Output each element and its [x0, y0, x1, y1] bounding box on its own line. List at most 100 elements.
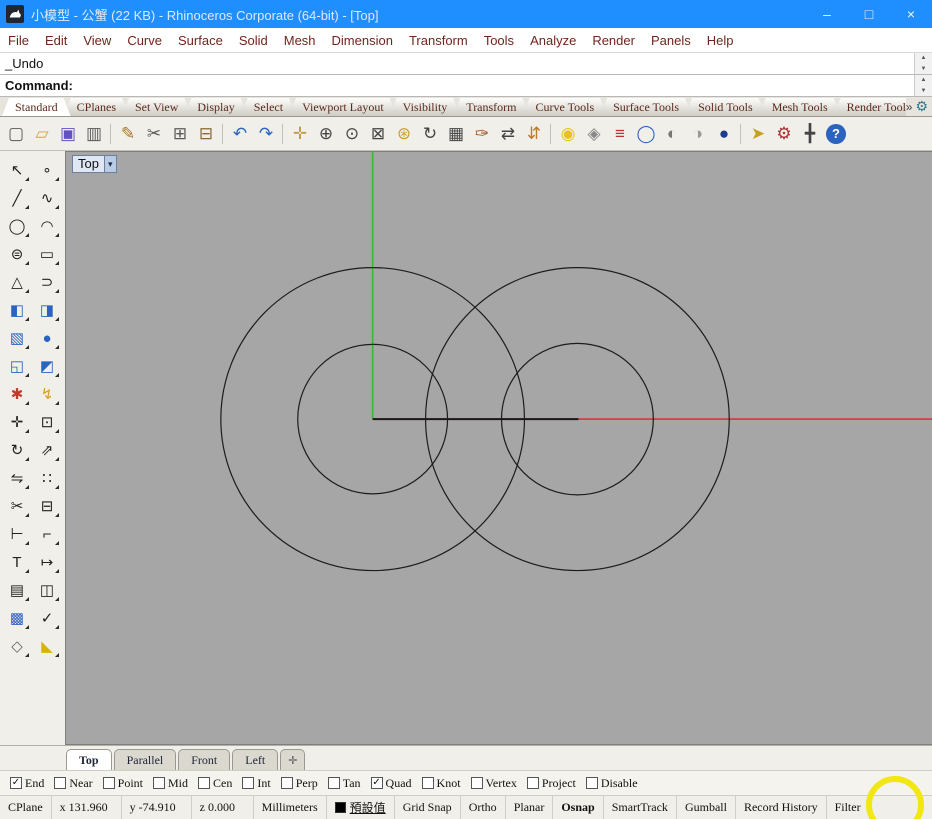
rectangle-icon[interactable]: ▭ [34, 241, 61, 267]
lock-icon[interactable]: ◈ [581, 121, 607, 147]
command-input-scrollbar[interactable]: ▲ ▼ [914, 75, 932, 96]
status-smarttrack[interactable]: SmartTrack [604, 796, 677, 819]
sphere-icon[interactable]: ● [34, 325, 61, 351]
status-record-history[interactable]: Record History [736, 796, 827, 819]
copy-icon[interactable]: ⊞ [167, 121, 193, 147]
dimension-icon[interactable]: ↦ [34, 549, 61, 575]
viewport-tab-add[interactable]: ✛ [280, 749, 306, 770]
osnap-disable[interactable]: Disable [585, 776, 638, 791]
menu-mesh[interactable]: Mesh [276, 33, 324, 48]
print-icon[interactable]: ▥ [81, 121, 107, 147]
viewport-layout-icon[interactable]: ▦ [443, 121, 469, 147]
redo-icon[interactable]: ↷ [253, 121, 279, 147]
toolbar-tab-transform[interactable]: Transform [453, 98, 529, 116]
cplane-origin-icon[interactable]: ╋ [797, 121, 823, 147]
fillet-curve-icon[interactable]: ⌐ [34, 521, 61, 547]
osnap-perp[interactable]: Perp [280, 776, 318, 791]
menu-transform[interactable]: Transform [401, 33, 476, 48]
toolbar-tab-display[interactable]: Display [184, 98, 247, 116]
toolbar-tab-curve-tools[interactable]: Curve Tools [523, 98, 608, 116]
pan-view-icon[interactable]: ⇄ [495, 121, 521, 147]
osnap-near[interactable]: Near [54, 776, 93, 791]
checkbox-perp[interactable] [280, 777, 293, 789]
menu-render[interactable]: Render [584, 33, 643, 48]
check-objects-icon[interactable]: ✓ [34, 605, 61, 631]
extrude-icon[interactable]: ◱ [4, 353, 31, 379]
checkbox-point[interactable] [102, 777, 115, 789]
new-file-icon[interactable]: ▢ [3, 121, 29, 147]
status-gumball[interactable]: Gumball [677, 796, 736, 819]
checkbox-quad[interactable]: ✓ [370, 777, 383, 789]
viewport-tab-front[interactable]: Front [178, 749, 231, 770]
status-planar[interactable]: Planar [506, 796, 554, 819]
polyline-icon[interactable]: ╱ [4, 185, 31, 211]
menu-analyze[interactable]: Analyze [522, 33, 584, 48]
menu-view[interactable]: View [75, 33, 119, 48]
fillet-edge-icon[interactable]: ↯ [34, 381, 61, 407]
command-scroll-up-icon[interactable]: ▲ [915, 75, 932, 86]
box-icon[interactable]: ▧ [4, 325, 31, 351]
boolean-union-icon[interactable]: ✱ [4, 381, 31, 407]
save-icon[interactable]: ▣ [55, 121, 81, 147]
toolbar-tab-solid-tools[interactable]: Solid Tools [685, 98, 766, 116]
visibility-icon[interactable]: ◫ [34, 577, 61, 603]
arc-icon[interactable]: ◠ [34, 213, 61, 239]
viewport-tab-parallel[interactable]: Parallel [113, 749, 177, 770]
menu-panels[interactable]: Panels [643, 33, 699, 48]
status-ortho[interactable]: Ortho [461, 796, 506, 819]
rendered-sphere-icon[interactable]: ● [711, 121, 737, 147]
rotate-icon[interactable]: ↻ [4, 437, 31, 463]
checkbox-cen[interactable] [198, 777, 211, 789]
toolbar-tab-standard[interactable]: Standard [2, 98, 71, 116]
status-grid-snap[interactable]: Grid Snap [395, 796, 461, 819]
osnap-tan[interactable]: Tan [327, 776, 361, 791]
osnap-project[interactable]: Project [526, 776, 576, 791]
loft-icon[interactable]: ◩ [34, 353, 61, 379]
array-icon[interactable]: ∷ [34, 465, 61, 491]
menu-help[interactable]: Help [699, 33, 742, 48]
osnap-point[interactable]: Point [102, 776, 143, 791]
surface-plane-icon[interactable]: ◧ [4, 297, 31, 323]
ellipse-icon[interactable]: ⊜ [4, 241, 31, 267]
viewport-canvas[interactable] [66, 152, 932, 744]
paste-icon[interactable]: ⊟ [193, 121, 219, 147]
shaded-sphere-icon[interactable]: ◐ [659, 121, 685, 147]
menu-dimension[interactable]: Dimension [324, 33, 401, 48]
zoom-selected-icon[interactable]: ⊛ [391, 121, 417, 147]
layers-icon[interactable]: ≡ [607, 121, 633, 147]
checkbox-near[interactable] [54, 777, 67, 789]
mirror-icon[interactable]: ⇋ [4, 465, 31, 491]
menu-solid[interactable]: Solid [231, 33, 276, 48]
zoom-window-icon[interactable]: ⊕ [313, 121, 339, 147]
minimize-button[interactable]: – [806, 0, 848, 28]
toolbar-tab-visibility[interactable]: Visibility [390, 98, 461, 116]
menu-edit[interactable]: Edit [37, 33, 75, 48]
text-icon[interactable]: T [4, 549, 31, 575]
named-views-icon[interactable]: ⇵ [521, 121, 547, 147]
osnap-vertex[interactable]: Vertex [470, 776, 517, 791]
checkbox-vertex[interactable] [470, 777, 483, 789]
open-file-icon[interactable]: ▱ [29, 121, 55, 147]
viewport-top[interactable]: Top ▾ [65, 151, 932, 745]
wireframe-sphere-icon[interactable]: ◯ [633, 121, 659, 147]
cut-icon[interactable]: ✂ [141, 121, 167, 147]
toolbar-tab-surface-tools[interactable]: Surface Tools [600, 98, 692, 116]
viewport-dropdown-icon[interactable]: ▾ [103, 156, 116, 172]
toolbar-tab-mesh-tools[interactable]: Mesh Tools [759, 98, 841, 116]
pan-icon[interactable]: ✛ [287, 121, 313, 147]
curve-icon[interactable]: ∿ [34, 185, 61, 211]
checkbox-end[interactable]: ✓ [10, 777, 22, 789]
tab-overflow-chevron-icon[interactable]: » [906, 100, 913, 114]
osnap-quad[interactable]: ✓ Quad [370, 776, 412, 791]
point-icon[interactable]: ∘ [34, 157, 61, 183]
history-scroll-down-icon[interactable]: ▼ [915, 63, 932, 74]
menu-curve[interactable]: Curve [119, 33, 170, 48]
command-scroll-down-icon[interactable]: ▼ [915, 85, 932, 96]
scale-icon[interactable]: ⇗ [34, 437, 61, 463]
toolbar-tab-set-view[interactable]: Set View [122, 98, 191, 116]
polygon-icon[interactable]: △ [4, 269, 31, 295]
osnap-end[interactable]: ✓ End [10, 776, 44, 791]
undo-icon[interactable]: ↶ [227, 121, 253, 147]
move-icon[interactable]: ✛ [4, 409, 31, 435]
selection-filter-icon[interactable]: ➤ [745, 121, 771, 147]
